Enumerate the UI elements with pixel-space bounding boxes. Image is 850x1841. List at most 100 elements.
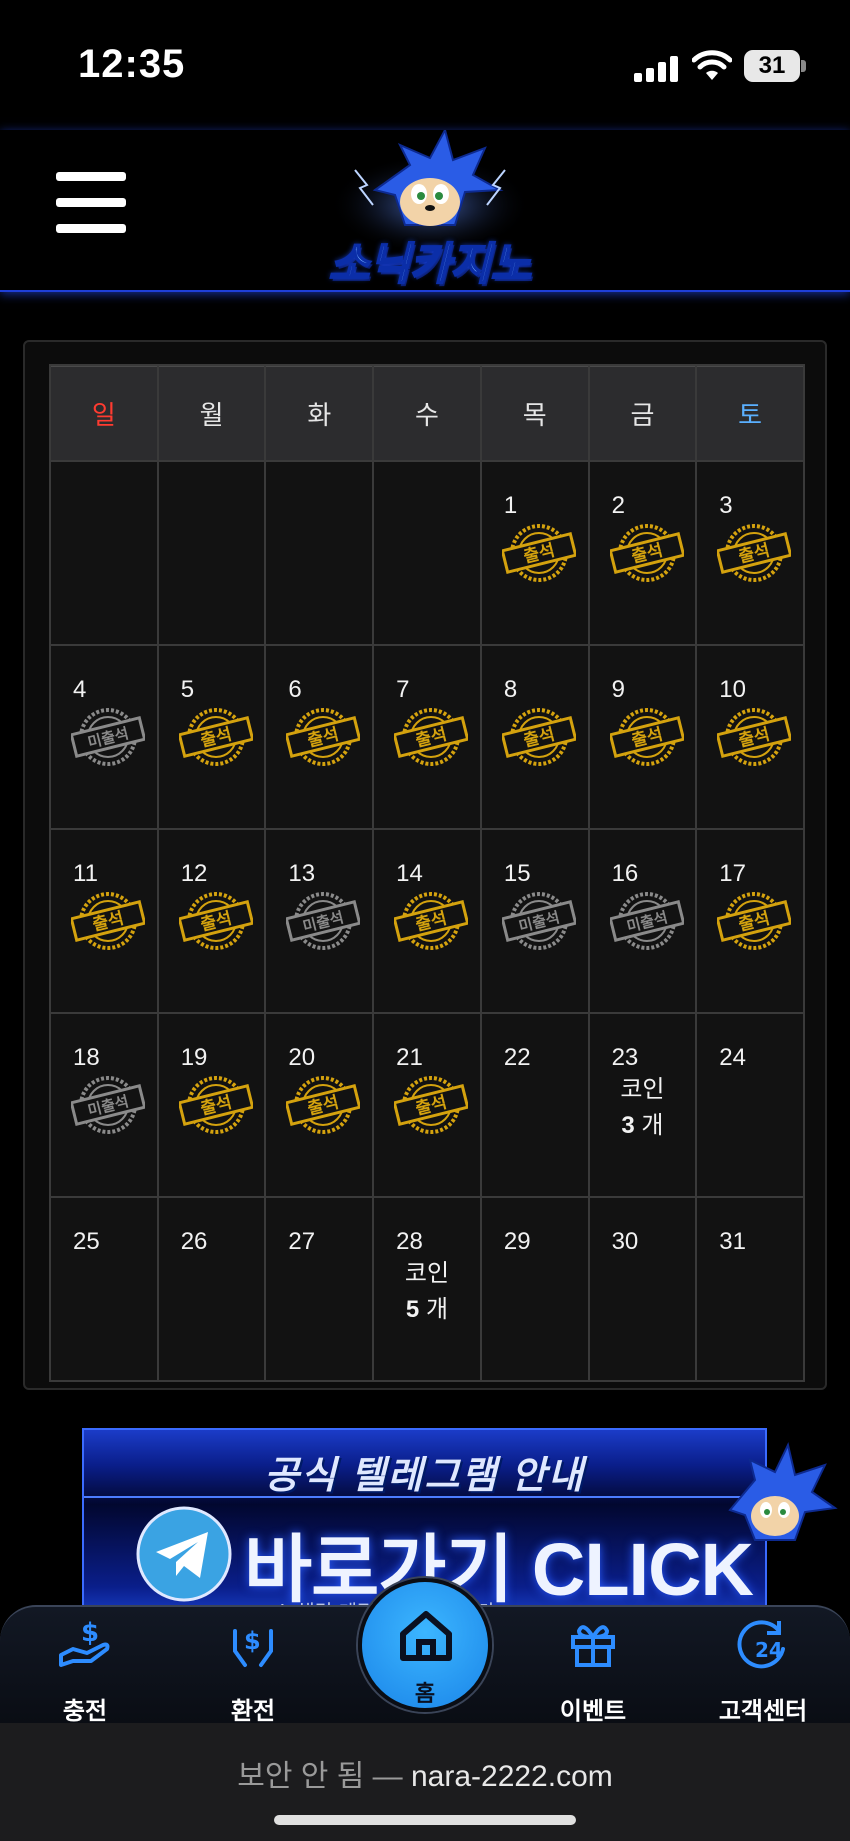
- calendar-day-17[interactable]: 17 출석: [697, 830, 803, 1012]
- attended-stamp-icon: 출석: [71, 892, 145, 950]
- banner-title: 공식 텔레그램 안내: [264, 1455, 585, 1497]
- attended-stamp-icon: 출석: [609, 708, 684, 766]
- date-number: 3: [719, 492, 733, 519]
- home-label: 홈: [414, 1681, 436, 1706]
- date-number: 16: [611, 860, 639, 887]
- date-number: 5: [180, 676, 195, 703]
- calendar-day-26[interactable]: 26: [158, 1198, 265, 1380]
- date-number: 13: [288, 860, 316, 887]
- date-number: 30: [611, 1228, 639, 1255]
- calendar-day-25[interactable]: 25: [51, 1198, 157, 1380]
- nav-support-label: 고객센터: [718, 1698, 808, 1725]
- absent-stamp-icon: 미출석: [71, 1076, 145, 1134]
- date-number: 14: [396, 860, 423, 887]
- calendar-day-1[interactable]: 1 출석: [481, 462, 588, 644]
- date-number: 4: [73, 676, 87, 703]
- browser-address-bar[interactable]: 보안 안 됨 — nara-2222.com: [0, 1723, 850, 1841]
- nav-charge[interactable]: $ 충전: [20, 1607, 150, 1725]
- date-number: 29: [503, 1228, 531, 1255]
- attended-stamp-icon: 출석: [286, 708, 361, 766]
- calendar-day-29[interactable]: 29: [481, 1198, 588, 1380]
- support-24-icon: 24: [737, 1620, 785, 1669]
- date-number: 17: [719, 860, 746, 887]
- svg-text:24: 24: [755, 1638, 783, 1662]
- calendar-day-27[interactable]: 27: [266, 1198, 373, 1380]
- attended-stamp-icon: 출석: [178, 708, 253, 766]
- attended-stamp-icon: 출석: [394, 892, 469, 950]
- date-number: 10: [719, 676, 746, 703]
- date-number: 31: [719, 1228, 746, 1255]
- coin-reward: 코인 5 개: [374, 1256, 480, 1328]
- calendar-day-4[interactable]: 4 미출석: [51, 646, 157, 828]
- date-number: 6: [288, 676, 302, 703]
- calendar-day-11[interactable]: 11 출석: [51, 830, 157, 1012]
- svg-text:$: $: [81, 1618, 99, 1648]
- calendar-day-14[interactable]: 14 출석: [374, 830, 480, 1012]
- calendar-empty-cell: [51, 462, 157, 644]
- site-header: 소닉카지노: [0, 130, 850, 292]
- attended-stamp-icon: 출석: [501, 524, 576, 582]
- coin-label: 코인: [404, 1260, 450, 1287]
- telegram-icon: [136, 1506, 232, 1602]
- absent-stamp-icon: 미출석: [71, 708, 145, 766]
- date-number: 11: [73, 860, 98, 887]
- date-number: 26: [180, 1228, 208, 1255]
- nav-support[interactable]: 24 고객센터: [698, 1607, 828, 1725]
- calendar-day-10[interactable]: 10 출석: [697, 646, 803, 828]
- attended-stamp-icon: 출석: [717, 524, 792, 582]
- nav-exchange[interactable]: $ 환전: [188, 1607, 318, 1725]
- weekday-header: 일: [51, 366, 157, 460]
- home-indicator[interactable]: [274, 1815, 576, 1825]
- attended-stamp-icon: 출석: [178, 892, 253, 950]
- home-button[interactable]: 홈: [358, 1578, 492, 1712]
- nav-exchange-label: 환전: [230, 1698, 276, 1725]
- svg-text:$: $: [244, 1627, 261, 1655]
- calendar-day-22[interactable]: 22: [481, 1014, 588, 1196]
- date-number: 28: [396, 1228, 423, 1255]
- weekday-header: 금: [589, 366, 696, 460]
- calendar-day-9[interactable]: 9 출석: [589, 646, 696, 828]
- calendar-day-7[interactable]: 7 출석: [374, 646, 480, 828]
- calendar-day-3[interactable]: 3 출석: [697, 462, 803, 644]
- calendar-day-13[interactable]: 13 미출석: [266, 830, 373, 1012]
- logo-text: 소닉카지노: [328, 239, 532, 290]
- date-number: 20: [288, 1044, 316, 1071]
- calendar-day-24[interactable]: 24: [697, 1014, 803, 1196]
- calendar-day-30[interactable]: 30: [589, 1198, 696, 1380]
- calendar-day-15[interactable]: 15 미출석: [481, 830, 588, 1012]
- attended-stamp-icon: 출석: [717, 892, 792, 950]
- calendar-empty-cell: [374, 462, 480, 644]
- attendance-calendar: 일 월 화 수 목 금 토 1 출석 2 출석 3 출석 4 미출석 5 출석 6 출석 7 출석 8 출석 9…: [23, 340, 827, 1390]
- calendar-day-31[interactable]: 31: [697, 1198, 803, 1380]
- calendar-day-6[interactable]: 6 출석: [266, 646, 373, 828]
- calendar-day-5[interactable]: 5 출석: [158, 646, 265, 828]
- calendar-empty-cell: [158, 462, 265, 644]
- date-number: 7: [396, 676, 410, 703]
- calendar-day-23[interactable]: 23 코인 3 개: [589, 1014, 696, 1196]
- status-time: 12:35: [78, 42, 186, 86]
- gift-icon: [571, 1625, 615, 1667]
- calendar-day-21[interactable]: 21 출석: [374, 1014, 480, 1196]
- calendar-day-8[interactable]: 8 출석: [481, 646, 588, 828]
- date-number: 18: [73, 1044, 100, 1071]
- calendar-day-18[interactable]: 18 미출석: [51, 1014, 157, 1196]
- weekday-header: 월: [158, 366, 265, 460]
- calendar-day-20[interactable]: 20 출석: [266, 1014, 373, 1196]
- date-number: 8: [503, 676, 518, 703]
- nav-event[interactable]: 이벤트: [528, 1607, 658, 1725]
- site-logo[interactable]: 소닉카지노: [315, 130, 545, 290]
- calendar-day-2[interactable]: 2 출석: [589, 462, 696, 644]
- battery-level: 31: [744, 50, 800, 82]
- status-bar: 12:35 31: [0, 0, 850, 130]
- url-display[interactable]: 보안 안 됨 — nara-2222.com: [0, 1751, 850, 1795]
- calendar-day-16[interactable]: 16 미출석: [589, 830, 696, 1012]
- calendar-empty-cell: [266, 462, 373, 644]
- calendar-day-19[interactable]: 19 출석: [158, 1014, 265, 1196]
- hamburger-menu-icon[interactable]: [56, 172, 126, 234]
- calendar-day-12[interactable]: 12 출석: [158, 830, 265, 1012]
- attended-stamp-icon: 출석: [609, 524, 684, 582]
- date-number: 25: [73, 1228, 100, 1255]
- coin-amount: 5 개: [405, 1296, 449, 1323]
- coin-label: 코인: [620, 1076, 665, 1103]
- calendar-day-28[interactable]: 28 코인 5 개: [374, 1198, 480, 1380]
